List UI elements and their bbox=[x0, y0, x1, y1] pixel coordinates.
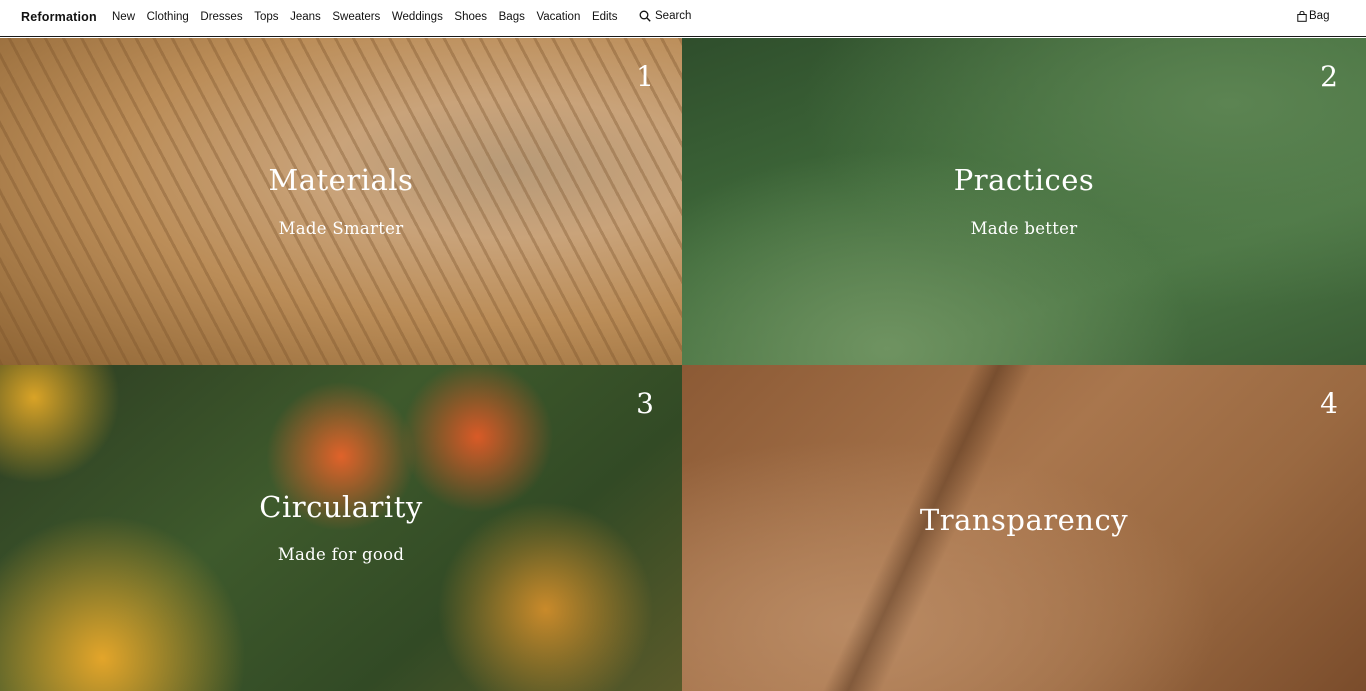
top-navigation-bar: Reformation New Clothing Dresses Tops Je… bbox=[0, 0, 1366, 37]
search-button[interactable]: Search bbox=[639, 10, 691, 22]
search-label: Search bbox=[655, 10, 692, 22]
tile-number: 1 bbox=[636, 60, 654, 93]
tile-subtitle: Made better bbox=[970, 219, 1078, 238]
search-icon bbox=[639, 10, 651, 22]
nav-item-sweaters[interactable]: Sweaters bbox=[332, 11, 380, 23]
practices-image bbox=[682, 38, 1366, 365]
reformation-logo[interactable]: Reformation bbox=[21, 10, 97, 24]
bag-button[interactable]: Bag bbox=[1297, 10, 1329, 22]
bag-label: Bag bbox=[1309, 10, 1330, 22]
tile-transparency[interactable]: 4 Transparency bbox=[682, 365, 1366, 691]
nav-item-new[interactable]: New bbox=[112, 11, 135, 23]
main-nav: New Clothing Dresses Tops Jeans Sweaters… bbox=[112, 11, 629, 23]
tile-subtitle: Made Smarter bbox=[278, 219, 404, 238]
tile-practices[interactable]: 2 Practices Made better bbox=[682, 38, 1366, 365]
tile-title: Transparency bbox=[919, 503, 1129, 537]
nav-item-shoes[interactable]: Shoes bbox=[454, 11, 487, 23]
nav-item-tops[interactable]: Tops bbox=[254, 11, 278, 23]
circularity-image bbox=[0, 365, 682, 691]
nav-item-vacation[interactable]: Vacation bbox=[536, 11, 580, 23]
tile-title: Materials bbox=[268, 163, 414, 197]
materials-image bbox=[0, 38, 682, 365]
nav-item-jeans[interactable]: Jeans bbox=[290, 11, 321, 23]
bag-icon bbox=[1297, 10, 1307, 22]
nav-item-weddings[interactable]: Weddings bbox=[392, 11, 443, 23]
tile-title: Circularity bbox=[259, 490, 423, 524]
nav-item-edits[interactable]: Edits bbox=[592, 11, 618, 23]
tile-number: 4 bbox=[1320, 387, 1338, 420]
tile-circularity[interactable]: 3 Circularity Made for good bbox=[0, 365, 682, 691]
tile-title: Practices bbox=[953, 163, 1095, 197]
tile-materials[interactable]: 1 Materials Made Smarter bbox=[0, 38, 682, 365]
nav-item-dresses[interactable]: Dresses bbox=[200, 11, 242, 23]
tile-number: 3 bbox=[636, 387, 654, 420]
sustainability-grid: 1 Materials Made Smarter 2 Practices Mad… bbox=[0, 38, 1366, 691]
tile-number: 2 bbox=[1320, 60, 1338, 93]
nav-item-clothing[interactable]: Clothing bbox=[147, 11, 189, 23]
tile-subtitle: Made for good bbox=[277, 545, 405, 564]
nav-item-bags[interactable]: Bags bbox=[499, 11, 525, 23]
